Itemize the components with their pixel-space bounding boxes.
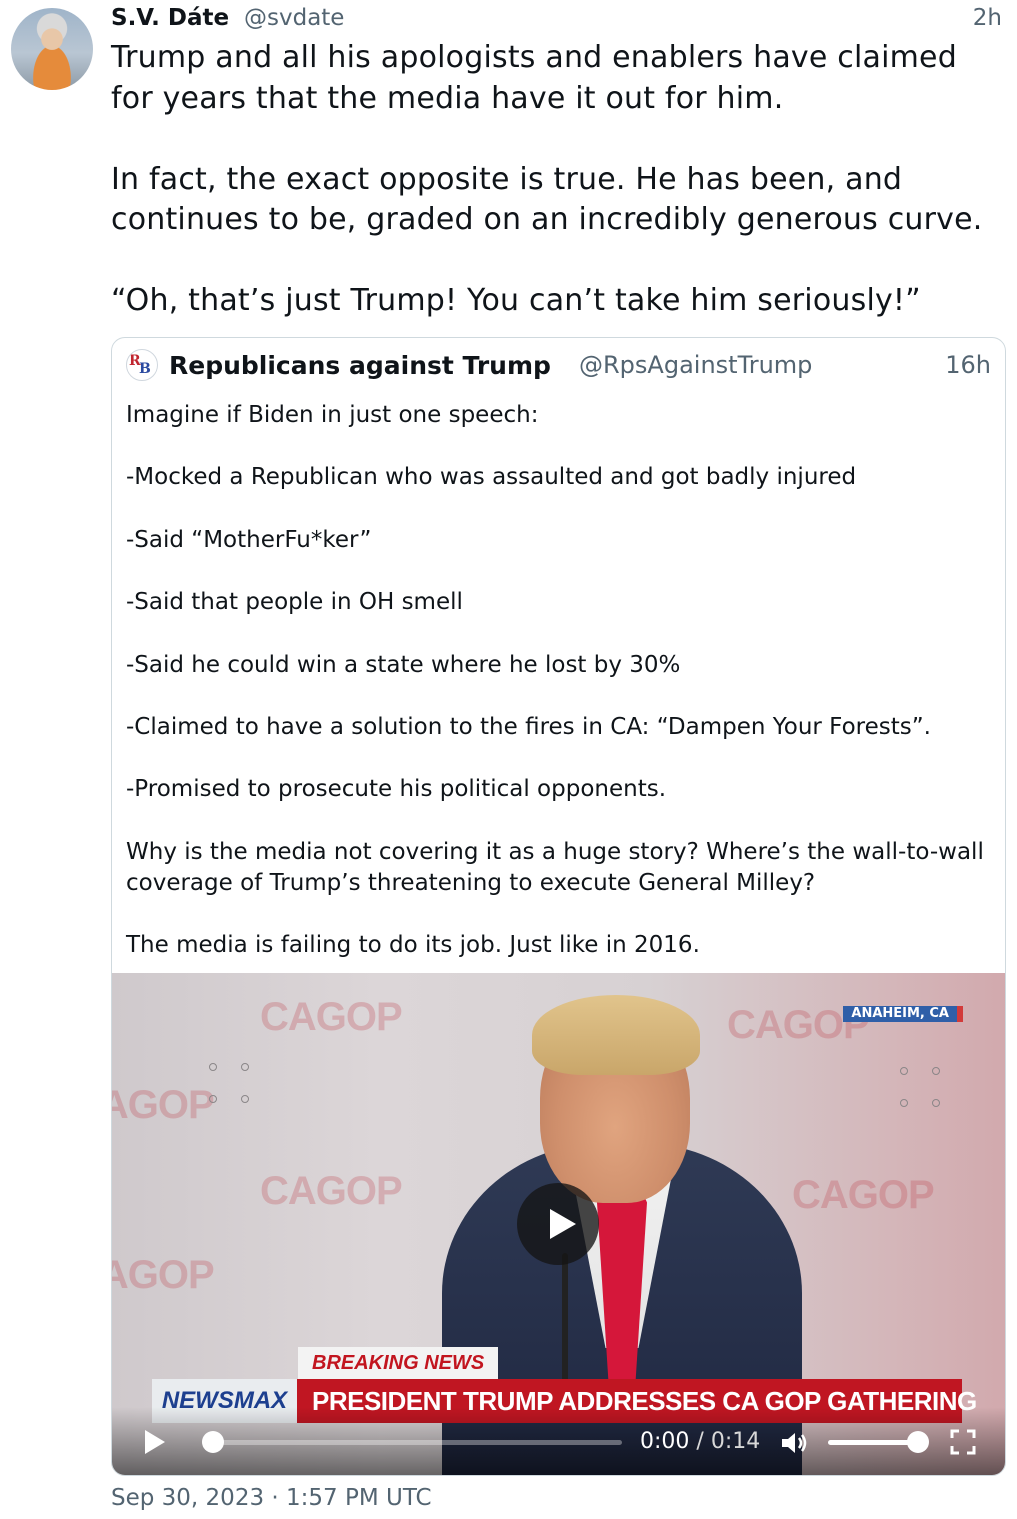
rivet	[209, 1063, 217, 1071]
video-controls: 0:00 / 0:14	[112, 1407, 1005, 1475]
time-readout: 0:00 / 0:14	[640, 1429, 760, 1454]
author-name[interactable]: S.V. Dáte	[111, 5, 229, 31]
quoted-tweet-time[interactable]: 16h	[945, 351, 991, 379]
volume-slider[interactable]	[828, 1440, 918, 1445]
quoted-author-name[interactable]: Republicans against Trump	[169, 351, 551, 380]
tweet-body: Trump and all his apologists and enabler…	[111, 40, 983, 318]
author-handle[interactable]: @svdate	[244, 5, 344, 31]
tweet-time[interactable]: 2h	[973, 5, 1002, 31]
quoted-avatar-logo-b: B	[139, 361, 151, 377]
progress-bar[interactable]	[202, 1431, 622, 1453]
quoted-author-handle[interactable]: @RpsAgainstTrump	[579, 351, 812, 379]
breaking-news-label: BREAKING NEWS	[298, 1347, 499, 1379]
current-time: 0:00	[640, 1429, 690, 1454]
time-separator: /	[696, 1429, 704, 1454]
big-play-button[interactable]	[517, 1183, 599, 1265]
speaker-hair	[532, 995, 700, 1075]
rivet	[209, 1095, 217, 1103]
backdrop-logo: CAGOP	[112, 1083, 215, 1127]
backdrop-logo: CAGOP	[260, 995, 403, 1039]
play-icon[interactable]	[145, 1430, 165, 1454]
progress-handle[interactable]	[202, 1431, 224, 1453]
location-tag: ANAHEIM, CA	[843, 1006, 963, 1022]
tweet-timestamp[interactable]: Sep 30, 2023 · 1:57 PM UTC	[111, 1485, 432, 1511]
duration: 0:14	[710, 1429, 761, 1454]
quoted-author-avatar[interactable]: RB	[126, 349, 158, 381]
fullscreen-icon[interactable]	[950, 1429, 976, 1455]
backdrop-logo: CAGOP	[792, 1173, 935, 1217]
backdrop-logo: CAGOP	[260, 1169, 403, 1213]
backdrop-logo: CAGOP	[112, 1253, 215, 1297]
rivet	[900, 1067, 908, 1075]
tweet-header: S.V. Dáte @svdate 2h	[111, 4, 1006, 34]
quoted-tweet[interactable]: RB Republicans against Trump @RpsAgainst…	[111, 337, 1006, 1476]
author-avatar[interactable]	[11, 8, 93, 90]
rivet	[900, 1099, 908, 1107]
rivet	[241, 1063, 249, 1071]
quoted-tweet-body: Imagine if Biden in just one speech: -Mo…	[126, 402, 984, 959]
rivet	[241, 1095, 249, 1103]
video-player[interactable]: CAGOP CAGOP CAGOP CAGOP CAGOP CAGOP ANAH…	[112, 973, 1005, 1475]
volume-handle[interactable]	[907, 1431, 929, 1453]
rivet	[932, 1067, 940, 1075]
volume-icon[interactable]	[780, 1431, 810, 1455]
microphone	[562, 1253, 568, 1383]
rivet	[932, 1099, 940, 1107]
